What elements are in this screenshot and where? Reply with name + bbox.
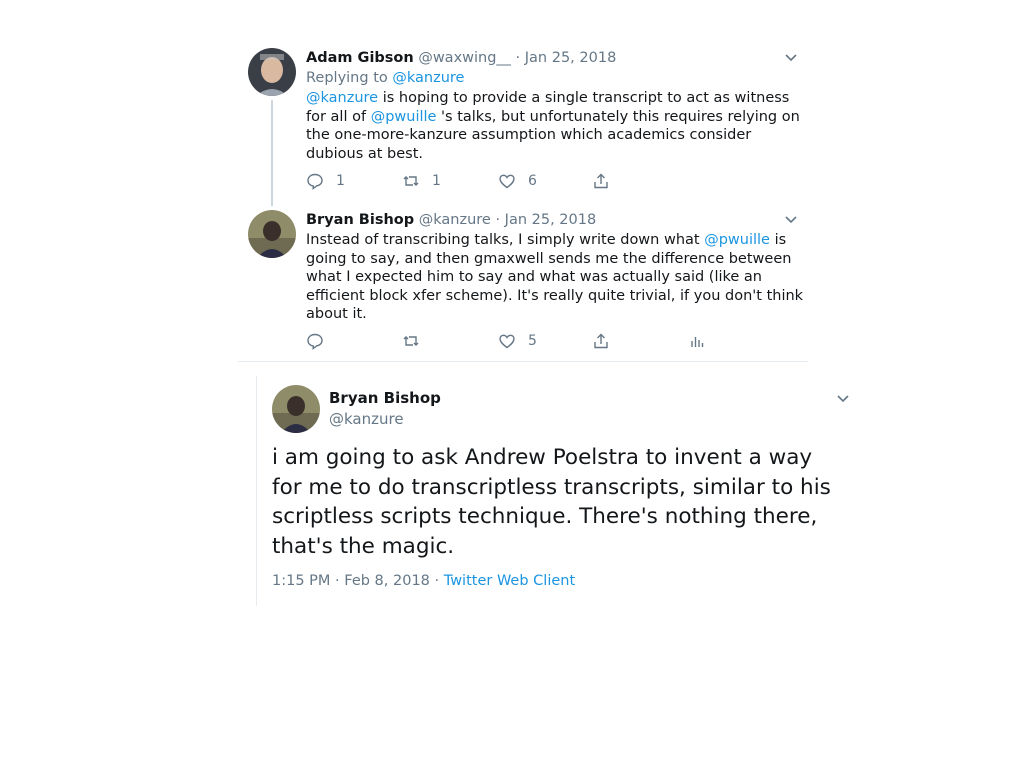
author-name[interactable]: Bryan Bishop (306, 212, 414, 228)
reply-count: 1 (336, 173, 345, 189)
author-block: Bryan Bishop @kanzure (329, 387, 441, 429)
tweet-date[interactable]: Feb 8, 2018 (344, 573, 430, 589)
tweet-text: Instead of transcribing talks, I simply … (306, 231, 808, 324)
like-icon (499, 334, 515, 349)
author-name[interactable]: Bryan Bishop (329, 387, 441, 409)
tweet-text: @kanzure is hoping to provide a single t… (306, 89, 808, 163)
author-handle[interactable]: @kanzure (329, 409, 441, 429)
retweet-button[interactable]: 1 (402, 172, 441, 190)
reply-button[interactable] (306, 332, 324, 350)
tweet-actions: 1 1 6 (306, 172, 626, 194)
reply-icon (307, 333, 323, 350)
replying-to-label: Replying to (306, 70, 393, 86)
divider (238, 361, 808, 362)
separator: · (515, 50, 521, 66)
tweet-meta: 1:15 PM · Feb 8, 2018 · Twitter Web Clie… (272, 573, 575, 589)
tweet-date[interactable]: Jan 25, 2018 (525, 50, 617, 66)
share-button[interactable] (592, 172, 610, 190)
author-handle[interactable]: @kanzure (419, 212, 491, 228)
mention-link[interactable]: @pwuille (704, 232, 770, 248)
tweet-actions: 5 (306, 332, 726, 354)
tweet-body: Bryan Bishop @kanzure · Jan 25, 2018 Ins… (306, 210, 808, 324)
separator: · (434, 573, 440, 589)
replying-to-mention[interactable]: @kanzure (392, 70, 464, 86)
reply-button[interactable]: 1 (306, 172, 345, 190)
share-button[interactable] (592, 332, 610, 350)
replying-to: Replying to @kanzure (306, 68, 808, 88)
author-handle[interactable]: @waxwing__ (418, 50, 511, 66)
avatar[interactable] (272, 385, 320, 433)
avatar[interactable] (248, 210, 296, 258)
mention-link[interactable]: @kanzure (306, 90, 378, 106)
text-segment: Instead of transcribing talks, I simply … (306, 232, 705, 248)
separator: · (335, 573, 340, 589)
avatar[interactable] (248, 48, 296, 96)
share-icon (594, 333, 608, 349)
analytics-button[interactable] (688, 332, 706, 350)
mention-link[interactable]: @pwuille (371, 109, 437, 125)
analytics-icon (691, 337, 704, 347)
author-name[interactable]: Adam Gibson (306, 50, 414, 66)
thread-connector (271, 100, 273, 206)
chevron-down-icon[interactable] (784, 212, 798, 226)
tweet-header: Bryan Bishop @kanzure · Jan 25, 2018 (306, 210, 808, 230)
tweet-time[interactable]: 1:15 PM (272, 573, 330, 589)
chevron-down-icon[interactable] (836, 391, 850, 405)
like-button[interactable]: 6 (498, 172, 537, 190)
share-icon (594, 173, 608, 189)
reply-icon (307, 173, 323, 190)
tweet-body: Adam Gibson @waxwing__ · Jan 25, 2018 Re… (306, 48, 808, 163)
retweet-icon (403, 176, 419, 186)
client-link[interactable]: Twitter Web Client (444, 573, 575, 589)
focus-left-border (256, 376, 257, 606)
tweet-text: i am going to ask Andrew Poelstra to inv… (272, 445, 831, 559)
like-count: 6 (528, 173, 537, 189)
retweet-icon (403, 336, 419, 346)
tweet-date[interactable]: Jan 25, 2018 (505, 212, 597, 228)
retweet-button[interactable] (402, 332, 420, 350)
tweet-header: Adam Gibson @waxwing__ · Jan 25, 2018 (306, 48, 808, 68)
like-icon (499, 174, 515, 189)
like-button[interactable]: 5 (498, 332, 537, 350)
like-count: 5 (528, 333, 537, 349)
chevron-down-icon[interactable] (784, 50, 798, 64)
separator: · (495, 212, 501, 228)
retweet-count: 1 (432, 173, 441, 189)
